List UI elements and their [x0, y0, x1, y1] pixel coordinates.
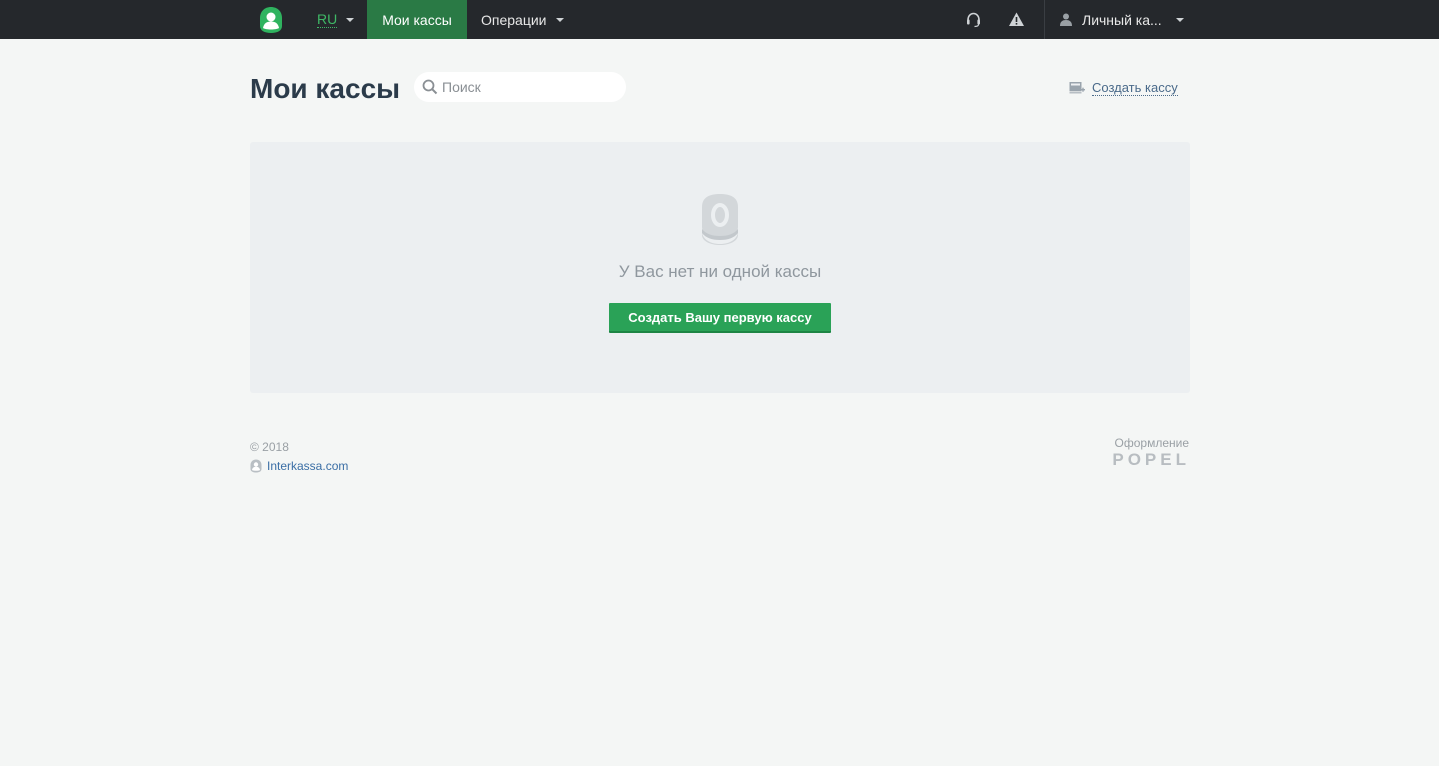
search-icon [422, 79, 438, 95]
empty-state-message: У Вас нет ни одной кассы [618, 262, 822, 281]
user-icon [1060, 13, 1072, 26]
create-first-kassa-button[interactable]: Создать Вашу первую кассу [609, 303, 831, 333]
warning-icon[interactable] [1008, 11, 1025, 28]
logo-icon[interactable] [259, 6, 283, 34]
chevron-down-icon [1175, 17, 1184, 22]
top-navbar: RU Мои кассы Операции Личный ка... [0, 0, 1439, 39]
navbar-divider [1044, 0, 1045, 39]
account-label: Личный ка... [1082, 11, 1162, 28]
create-kassa-link[interactable]: Создать кассу [1069, 78, 1178, 98]
account-menu[interactable]: Личный ка... [1060, 0, 1184, 39]
coin-zero-icon [702, 194, 738, 245]
language-selector[interactable]: RU [317, 0, 355, 39]
copyright: © 2018 [250, 440, 289, 454]
page-title: Мои кассы [250, 73, 401, 104]
nav-tab-label: Операции [481, 11, 547, 28]
register-add-icon [1069, 82, 1085, 94]
interkassa-logo-icon [250, 459, 262, 473]
nav-tab-label: Мои кассы [382, 11, 452, 28]
search-box [414, 72, 626, 102]
headset-icon[interactable] [965, 11, 982, 28]
create-kassa-label: Создать кассу [1092, 79, 1178, 96]
design-credit-brand[interactable]: POPEL [1090, 450, 1190, 470]
empty-state-panel: У Вас нет ни одной кассы Создать Вашу пе… [250, 142, 1190, 393]
language-label: RU [317, 10, 338, 28]
design-credit-label: Оформление [1114, 436, 1189, 450]
nav-tab-my-kassas[interactable]: Мои кассы [367, 0, 467, 39]
interkassa-link-label: Interkassa.com [267, 459, 349, 473]
chevron-down-icon [346, 17, 355, 22]
nav-tab-operations[interactable]: Операции [481, 0, 564, 39]
interkassa-link[interactable]: Interkassa.com [250, 459, 348, 473]
search-input[interactable] [442, 72, 618, 102]
chevron-down-icon [555, 17, 564, 22]
